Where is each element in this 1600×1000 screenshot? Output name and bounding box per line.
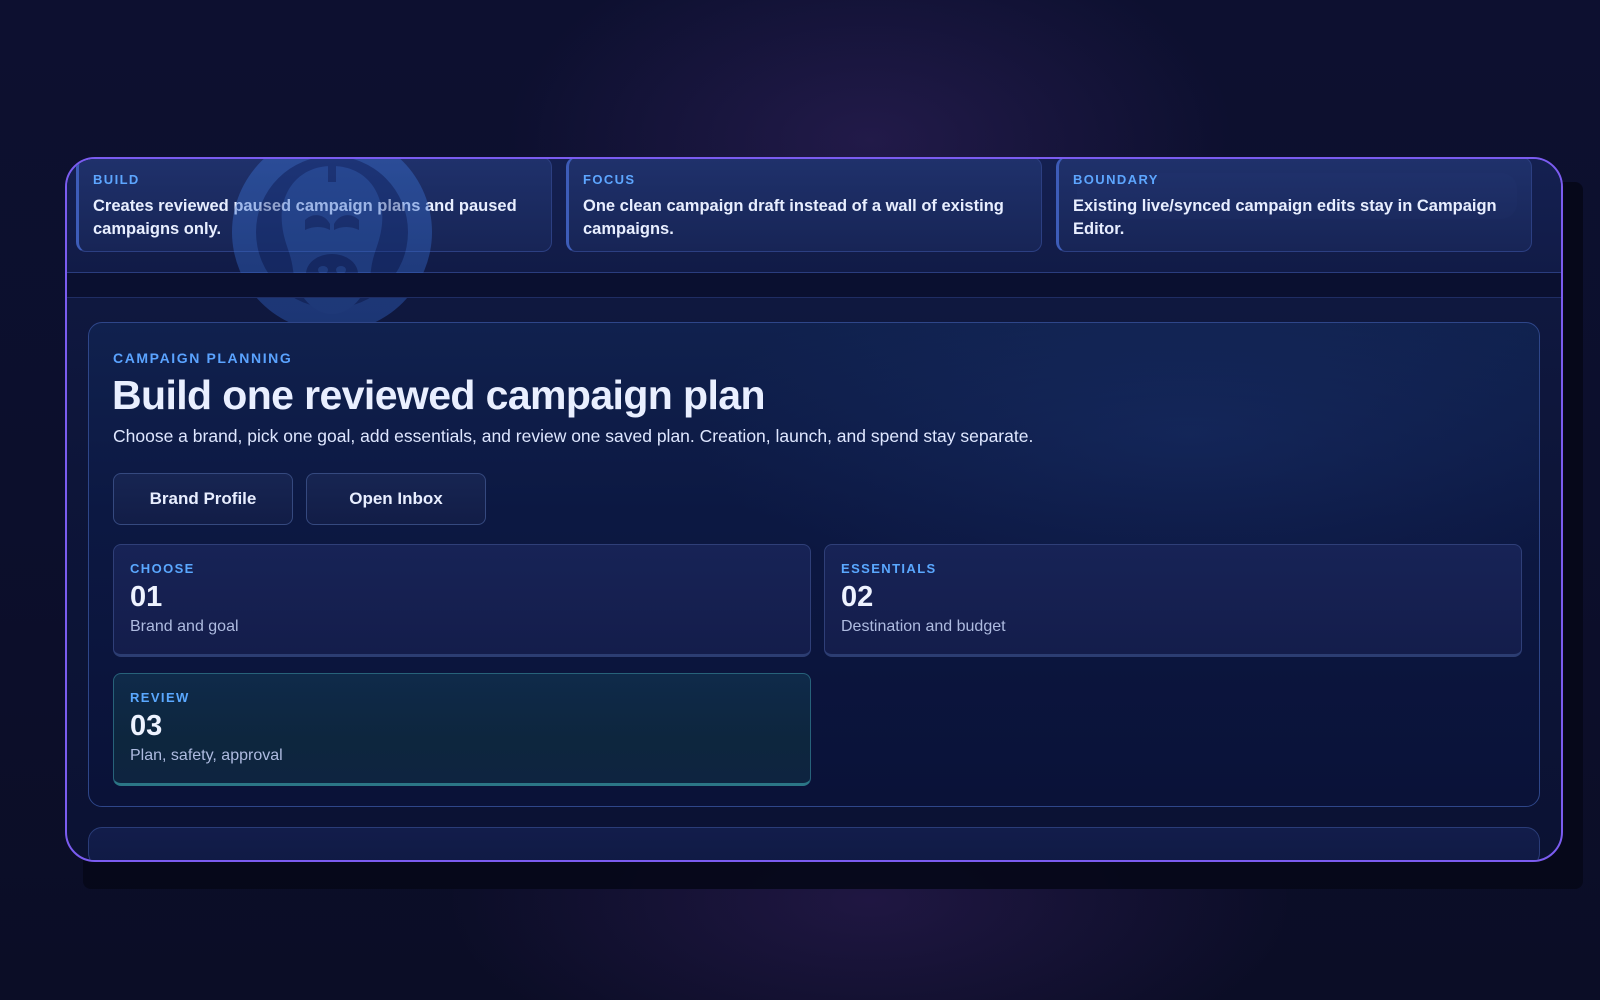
section-eyebrow: CAMPAIGN PLANNING: [113, 350, 293, 366]
step-number: 03: [130, 710, 163, 742]
page-title: Build one reviewed campaign plan: [112, 372, 766, 418]
step-card-review[interactable]: REVIEW 03 Plan, safety, approval: [113, 673, 811, 786]
info-pill-row: BUILD Creates reviewed paused campaign p…: [67, 159, 1561, 332]
step-description: Destination and budget: [841, 618, 1006, 635]
step-card-choose[interactable]: CHOOSE 01 Brand and goal: [113, 544, 811, 657]
app-window: BUILD Creates reviewed paused campaign p…: [65, 157, 1563, 862]
step-card-essentials[interactable]: ESSENTIALS 02 Destination and budget: [824, 544, 1522, 657]
open-inbox-button[interactable]: Open Inbox: [306, 473, 486, 525]
pill-label: BUILD: [93, 172, 140, 187]
pill-text: Creates reviewed paused campaign plans a…: [93, 197, 517, 238]
page-subtitle: Choose a brand, pick one goal, add essen…: [113, 426, 1034, 446]
campaign-planning-card: CAMPAIGN PLANNING Build one reviewed cam…: [88, 322, 1540, 807]
step-label: REVIEW: [130, 690, 190, 705]
pill-text: Existing live/synced campaign edits stay…: [1073, 197, 1497, 238]
step-description: Plan, safety, approval: [130, 747, 283, 764]
pill-label: FOCUS: [583, 172, 636, 187]
info-pill-boundary: BOUNDARY Existing live/synced campaign e…: [1056, 159, 1532, 252]
brand-profile-button[interactable]: Brand Profile: [113, 473, 293, 525]
step-label: ESSENTIALS: [841, 561, 937, 576]
info-pill-build: BUILD Creates reviewed paused campaign p…: [76, 159, 552, 252]
divider-strip: [67, 273, 1561, 298]
step-description: Brand and goal: [130, 618, 239, 635]
info-pill-focus: FOCUS One clean campaign draft instead o…: [566, 159, 1042, 252]
step-number: 02: [841, 581, 874, 613]
pill-label: BOUNDARY: [1073, 172, 1159, 187]
pill-text: One clean campaign draft instead of a wa…: [583, 197, 1004, 238]
step-label: CHOOSE: [130, 561, 195, 576]
step-number: 01: [130, 581, 163, 613]
next-section-card: [88, 827, 1540, 860]
